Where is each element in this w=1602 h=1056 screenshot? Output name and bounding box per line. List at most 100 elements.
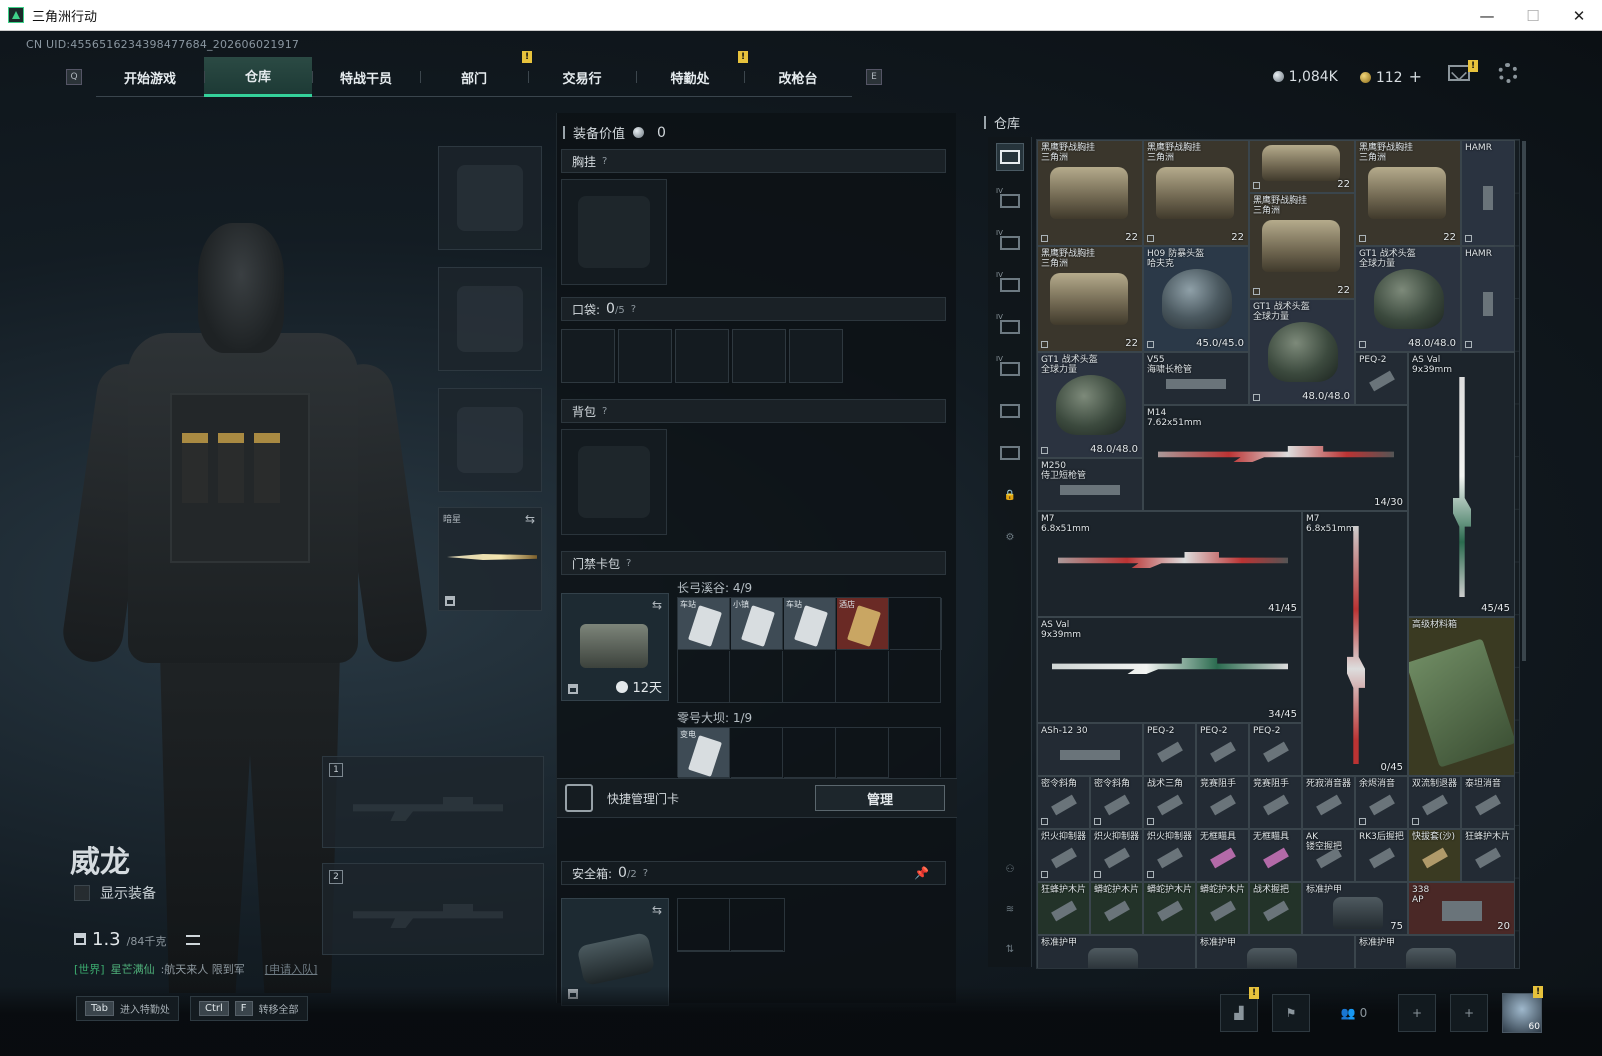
stash-item[interactable]: ASh-12 30: [1037, 723, 1143, 776]
stash-layers[interactable]: ≋: [996, 895, 1024, 923]
stash-item[interactable]: 快拔套(沙): [1408, 829, 1461, 882]
stash-item[interactable]: 高级材料箱: [1408, 617, 1515, 776]
transfer-all-hotkey[interactable]: Ctrl F 转移全部: [190, 996, 308, 1021]
melee-slot[interactable]: 暗星 ⇆: [438, 507, 542, 611]
flag-button[interactable]: ⚑: [1272, 994, 1310, 1032]
help-icon[interactable]: ?: [602, 406, 607, 417]
pocket-slot[interactable]: [732, 329, 786, 383]
help-icon[interactable]: ?: [602, 156, 607, 167]
stash-page-tab[interactable]: IV: [996, 271, 1024, 299]
stash-item[interactable]: PEQ-2: [1355, 352, 1408, 405]
stash-item[interactable]: 22: [1249, 140, 1355, 193]
primary-weapon-slot-1[interactable]: 1: [322, 756, 544, 848]
add-currency-button[interactable]: +: [1409, 67, 1422, 86]
stash-item[interactable]: M7 6.8x51mm 0/45: [1302, 511, 1408, 776]
stash-item[interactable]: 蟒蛇护木片: [1196, 882, 1249, 935]
stash-item[interactable]: AK 镂空握把: [1302, 829, 1355, 882]
stash-page-home[interactable]: [996, 143, 1024, 171]
stash-item[interactable]: 泰坦消音: [1461, 776, 1515, 829]
stash-item[interactable]: 炽火抑制器: [1143, 829, 1196, 882]
stash-item[interactable]: HAMR: [1461, 246, 1515, 352]
help-icon[interactable]: ?: [631, 304, 636, 315]
stash-item[interactable]: 无框瞄具: [1249, 829, 1302, 882]
stats-button[interactable]: ▟!: [1220, 987, 1259, 1032]
tab-operators[interactable]: 特战干员: [312, 57, 420, 97]
safebox-empty-slot[interactable]: [678, 899, 730, 951]
keycard-item[interactable]: 变电: [678, 728, 730, 778]
stash-item[interactable]: GT1 战术头盔 全球力量 48.0/48.0: [1249, 299, 1355, 405]
stash-page-tab[interactable]: IV: [996, 187, 1024, 215]
stash-item[interactable]: PEQ-2: [1196, 723, 1249, 776]
show-gear-checkbox[interactable]: [74, 885, 90, 901]
tab-special-ops[interactable]: 特勤处!: [636, 51, 748, 97]
stash-item[interactable]: 黑鹰野战胸挂 三角洲 22: [1037, 140, 1143, 246]
stash-page-tab[interactable]: IV: [996, 229, 1024, 257]
stash-item[interactable]: 战术三角: [1143, 776, 1196, 829]
stash-item[interactable]: 炽火抑制器: [1090, 829, 1143, 882]
stash-item[interactable]: H09 防暴头盔 哈夫克 45.0/45.0: [1143, 246, 1249, 352]
stash-item[interactable]: 黑鹰野战胸挂 三角洲 22: [1355, 140, 1461, 246]
keycard-empty-slot[interactable]: [731, 728, 783, 778]
stash-item[interactable]: PEQ-2: [1249, 723, 1302, 776]
stash-page-tab[interactable]: [996, 397, 1024, 425]
stash-scrollbar[interactable]: [1522, 141, 1526, 661]
pocket-slot[interactable]: [561, 329, 615, 383]
stash-item[interactable]: 黑鹰野战胸挂 三角洲 22: [1037, 246, 1143, 352]
stash-item[interactable]: 密令斜角: [1037, 776, 1090, 829]
tab-start-game[interactable]: 开始游戏: [96, 57, 204, 97]
stash-item[interactable]: 竞赛阻手: [1196, 776, 1249, 829]
stash-operator-filter[interactable]: ⚇: [996, 855, 1024, 883]
stash-item[interactable]: 战术握把: [1249, 882, 1302, 935]
stash-item[interactable]: M7 6.8x51mm 41/45: [1037, 511, 1302, 617]
stash-item[interactable]: HAMR: [1461, 140, 1515, 246]
stash-item[interactable]: 竞赛阻手: [1249, 776, 1302, 829]
stash-item[interactable]: 狂蜂护木片: [1037, 882, 1090, 935]
settings-gear-icon[interactable]: [1498, 63, 1518, 83]
help-icon[interactable]: ?: [643, 868, 648, 879]
stash-item[interactable]: 338 AP 20: [1408, 882, 1515, 935]
stash-item[interactable]: 密令斜角: [1090, 776, 1143, 829]
invite-slot-button[interactable]: +: [1398, 994, 1436, 1032]
stash-item[interactable]: GT1 战术头盔 全球力量 48.0/48.0: [1037, 352, 1143, 458]
nav-next-key-hint[interactable]: E: [866, 69, 882, 85]
stash-sort[interactable]: ⇅: [996, 935, 1024, 963]
stash-item[interactable]: M14 7.62x51mm 14/30: [1143, 405, 1408, 511]
tab-gunsmith[interactable]: 改枪台: [744, 57, 852, 97]
stash-settings[interactable]: ⚙: [996, 523, 1024, 551]
pocket-slot[interactable]: [789, 329, 843, 383]
keycard-item[interactable]: 小镇: [731, 598, 783, 650]
stash-item[interactable]: 无框瞄具: [1196, 829, 1249, 882]
stash-item[interactable]: 蟒蛇护木片: [1090, 882, 1143, 935]
armor-slot[interactable]: [438, 267, 542, 371]
stash-page-tab[interactable]: IV: [996, 313, 1024, 341]
stash-item[interactable]: 黑鹰野战胸挂 三角洲 22: [1143, 140, 1249, 246]
pistol-slot[interactable]: [438, 388, 542, 492]
chat-sender[interactable]: 星芒满仙: [111, 961, 155, 977]
keycard-empty-slot[interactable]: [784, 728, 836, 778]
backpack-slot[interactable]: [561, 429, 667, 535]
stash-item[interactable]: 标准护甲: [1037, 935, 1196, 968]
minimize-button[interactable]: —: [1464, 0, 1510, 31]
weight-details-list-icon[interactable]: [186, 935, 201, 945]
stash-item[interactable]: AS Val 9x39mm 45/45: [1408, 352, 1515, 617]
stash-item[interactable]: 蟒蛇护木片: [1143, 882, 1196, 935]
tab-department[interactable]: 部门!: [420, 51, 532, 97]
stash-item[interactable]: M250 侍卫短枪管: [1037, 458, 1143, 511]
keycard-empty-slot[interactable]: [731, 651, 783, 703]
chest-rig-slot[interactable]: [561, 179, 667, 285]
swap-icon[interactable]: ⇆: [652, 598, 662, 612]
tab-market[interactable]: 交易行: [528, 57, 636, 97]
stash-item[interactable]: 死寂消音器: [1302, 776, 1355, 829]
nav-prev-key-hint[interactable]: Q: [66, 69, 82, 85]
stash-page-locked[interactable]: 🔒: [996, 481, 1024, 509]
keycard-empty-slot[interactable]: [837, 651, 889, 703]
swap-icon[interactable]: ⇆: [525, 512, 535, 526]
keycard-case-slot[interactable]: ⇆ 12天: [561, 593, 669, 701]
helmet-slot[interactable]: [438, 146, 542, 250]
stash-item[interactable]: RK3后握把: [1355, 829, 1408, 882]
tab-warehouse[interactable]: 仓库: [204, 57, 312, 97]
help-icon[interactable]: ?: [626, 558, 631, 569]
pocket-slot[interactable]: [675, 329, 729, 383]
keycard-item[interactable]: 车站: [784, 598, 836, 650]
keycard-empty-slot[interactable]: [837, 728, 889, 778]
